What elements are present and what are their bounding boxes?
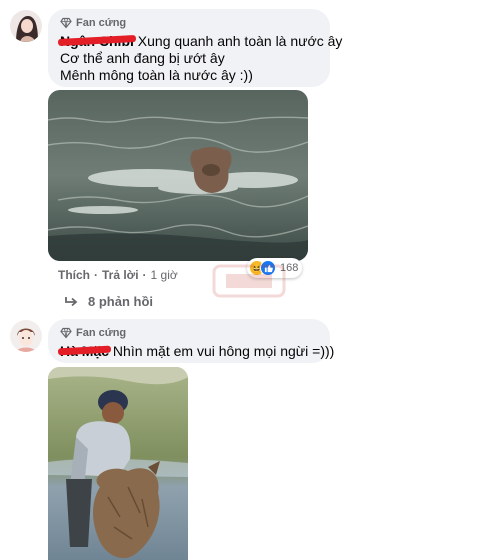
fan-badge-label: Fan cứng <box>76 17 127 29</box>
comment-text: Xung quanh anh toàn là nước ây <box>137 33 343 49</box>
comment-bubble: Fan cứng Ngân Chibi Xung quanh anh toàn … <box>48 9 342 87</box>
separator-dot: · <box>94 268 98 282</box>
comment-photo-dog-swimming[interactable] <box>48 90 308 261</box>
comment-text-line-2: Cơ thể anh đang bị ướt ây <box>60 50 225 66</box>
diamond-icon <box>60 17 72 29</box>
watermark-logo <box>212 264 286 298</box>
view-replies-link[interactable]: 8 phản hồi <box>64 294 153 309</box>
separator-dot: · <box>142 268 147 282</box>
replies-count-label: 8 phản hồi <box>88 294 153 309</box>
comment-author[interactable]: Hà Mặc <box>57 343 112 359</box>
fan-badge[interactable]: Fan cứng <box>60 16 318 30</box>
comment-text: Nhìn mặt em vui hông mọi ngừi =))) <box>112 343 335 359</box>
comment-author[interactable]: Ngân Chibi <box>57 33 137 49</box>
comment-photo-man-holding-dog[interactable] <box>48 367 188 560</box>
comment-actions: Thích · Trả lời · 1 giờ <box>58 268 178 282</box>
commenter-avatar[interactable] <box>10 10 42 42</box>
like-link[interactable]: Thích <box>58 268 90 282</box>
fan-badge[interactable]: Fan cứng <box>60 326 318 340</box>
comment-text-line-3: Mênh mông toàn là nước ây :)) <box>60 67 253 83</box>
fan-badge-label: Fan cứng <box>76 327 127 339</box>
reply-link[interactable]: Trả lời <box>102 268 139 282</box>
comment-timestamp[interactable]: 1 giờ <box>151 268 178 282</box>
diamond-icon <box>60 327 72 339</box>
commenter-avatar[interactable] <box>10 320 42 352</box>
reply-arrow-icon <box>65 296 78 306</box>
comment-bubble: Fan cứng Hà Mặc Nhìn mặt em vui hông mọi… <box>48 319 334 363</box>
